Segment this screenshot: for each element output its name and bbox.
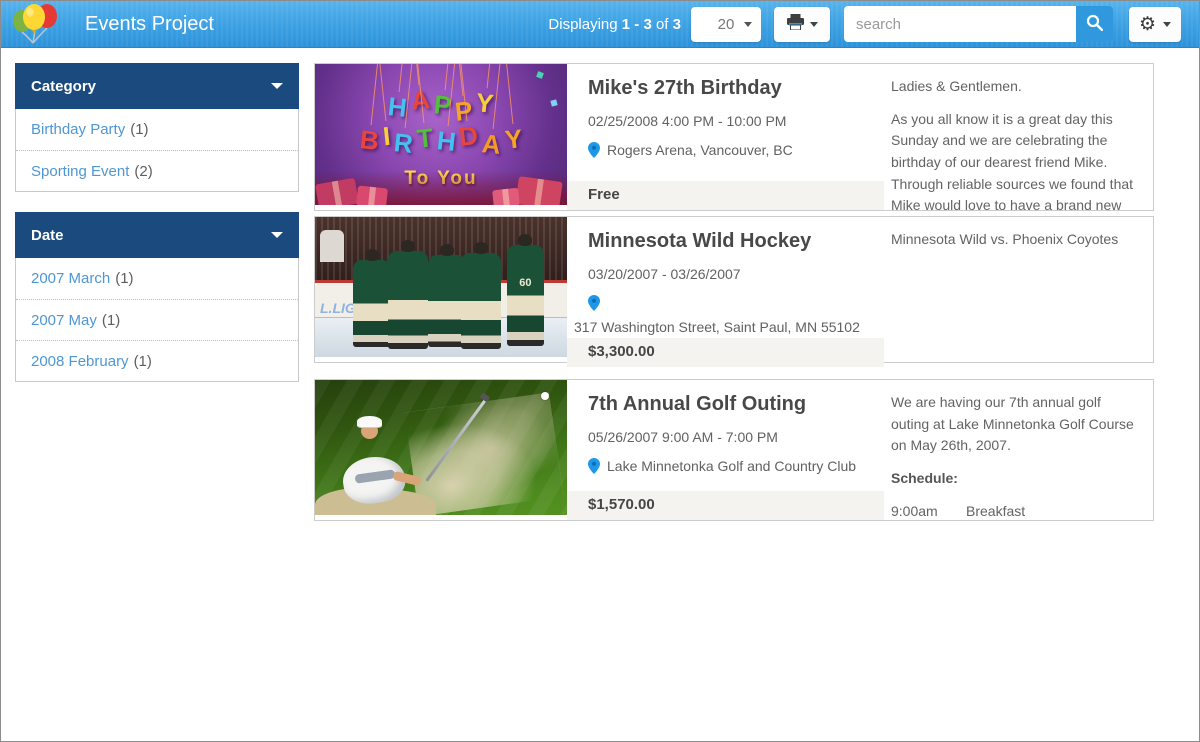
chevron-down-icon — [271, 232, 283, 238]
event-image-golf — [315, 380, 567, 515]
gear-icon: ⚙ — [1139, 15, 1156, 34]
category-panel-header[interactable]: Category — [15, 63, 299, 109]
category-link[interactable]: Birthday Party — [31, 121, 125, 138]
search-icon — [1086, 14, 1103, 34]
event-image-birthday: HAPPYBIRTHDAY To You — [315, 64, 567, 205]
event-card-hockey[interactable]: L.LIGHT 60 Minnesota Wild Hockey 03/20/2… — [314, 216, 1154, 363]
event-summary: Mike's 27th Birthday 02/25/2008 4:00 PM … — [567, 64, 884, 210]
page-size-select[interactable]: 20 — [691, 7, 761, 42]
event-price: $1,570.00 — [567, 491, 884, 520]
sidebar-item-2007-may: 2007 May (1) — [16, 299, 298, 340]
event-title: Mike's 27th Birthday — [588, 77, 864, 100]
displaying-status: Displaying 1 - 3 of 3 — [548, 16, 681, 33]
location-pin-icon — [588, 142, 600, 164]
sidebar-item-2008-february: 2008 February (1) — [16, 340, 298, 381]
filter-sidebar: Category Birthday Party (1) Sporting Eve… — [15, 63, 299, 402]
date-panel: Date 2007 March (1) 2007 May (1) 2008 Fe… — [15, 212, 299, 382]
chevron-down-icon — [271, 83, 283, 89]
main-content: Category Birthday Party (1) Sporting Eve… — [1, 48, 1199, 521]
event-price: Free — [567, 181, 884, 210]
sidebar-item-sporting-event: Sporting Event (2) — [16, 150, 298, 191]
event-location: 317 Washington Street, Saint Paul, MN 55… — [588, 293, 864, 338]
app-header: Events Project Displaying 1 - 3 of 3 20 — [1, 1, 1199, 48]
sidebar-item-2007-march: 2007 March (1) — [16, 258, 298, 299]
search-button[interactable] — [1076, 6, 1113, 42]
gift-boxes — [315, 171, 567, 205]
chevron-down-icon — [1163, 22, 1171, 27]
page-size-value: 20 — [718, 16, 735, 33]
event-datetime: 03/20/2007 - 03/26/2007 — [588, 266, 864, 282]
birthday-letters: HAPPYBIRTHDAY — [315, 88, 567, 158]
event-description: Minnesota Wild vs. Phoenix Coyotes — [884, 217, 1153, 362]
category-link[interactable]: Sporting Event — [31, 163, 129, 180]
date-panel-header[interactable]: Date — [15, 212, 299, 258]
event-description: We are having our 7th annual golf outing… — [884, 380, 1153, 520]
date-count: (1) — [115, 270, 133, 287]
event-price: $3,300.00 — [567, 338, 884, 367]
event-datetime: 05/26/2007 9:00 AM - 7:00 PM — [588, 429, 864, 445]
event-card-golf[interactable]: 7th Annual Golf Outing 05/26/2007 9:00 A… — [314, 379, 1154, 521]
print-button[interactable] — [774, 7, 830, 42]
event-summary: Minnesota Wild Hockey 03/20/2007 - 03/26… — [567, 217, 884, 362]
page-title: Events Project — [85, 13, 214, 36]
location-pin-icon — [588, 458, 600, 480]
jersey-number: 60 — [507, 277, 545, 289]
event-location: Rogers Arena, Vancouver, BC — [588, 140, 864, 164]
event-image-hockey: L.LIGHT 60 — [315, 217, 567, 357]
chevron-down-icon — [744, 22, 752, 27]
location-pin-icon — [588, 295, 600, 317]
sidebar-item-birthday-party: Birthday Party (1) — [16, 109, 298, 150]
date-count: (1) — [134, 353, 152, 370]
schedule-row: 9:00am Breakfast — [891, 501, 1141, 520]
schedule-item: Breakfast — [966, 501, 1025, 520]
category-count: (1) — [130, 121, 148, 138]
search-bar — [844, 6, 1113, 42]
category-count: (2) — [134, 163, 152, 180]
balloons-logo-icon — [9, 0, 61, 49]
settings-button[interactable]: ⚙ — [1129, 7, 1181, 42]
category-panel: Category Birthday Party (1) Sporting Eve… — [15, 63, 299, 192]
event-description: Ladies & Gentlemen. As you all know it i… — [884, 64, 1153, 210]
date-link[interactable]: 2007 May — [31, 312, 97, 329]
search-input[interactable] — [844, 6, 1076, 42]
chevron-down-icon — [810, 22, 818, 27]
event-card-birthday[interactable]: HAPPYBIRTHDAY To You Mike's 27th Birthda… — [314, 63, 1154, 211]
date-link[interactable]: 2007 March — [31, 270, 110, 287]
event-title: 7th Annual Golf Outing — [588, 393, 864, 416]
event-summary: 7th Annual Golf Outing 05/26/2007 9:00 A… — [567, 380, 884, 520]
date-link[interactable]: 2008 February — [31, 353, 129, 370]
schedule-label: Schedule: — [891, 468, 1141, 490]
event-title: Minnesota Wild Hockey — [588, 230, 864, 253]
printer-icon — [787, 14, 804, 35]
date-count: (1) — [102, 312, 120, 329]
schedule-time: 9:00am — [891, 501, 966, 520]
event-list: HAPPYBIRTHDAY To You Mike's 27th Birthda… — [314, 63, 1154, 521]
event-location: Lake Minnetonka Golf and Country Club — [588, 456, 864, 480]
event-datetime: 02/25/2008 4:00 PM - 10:00 PM — [588, 113, 864, 129]
